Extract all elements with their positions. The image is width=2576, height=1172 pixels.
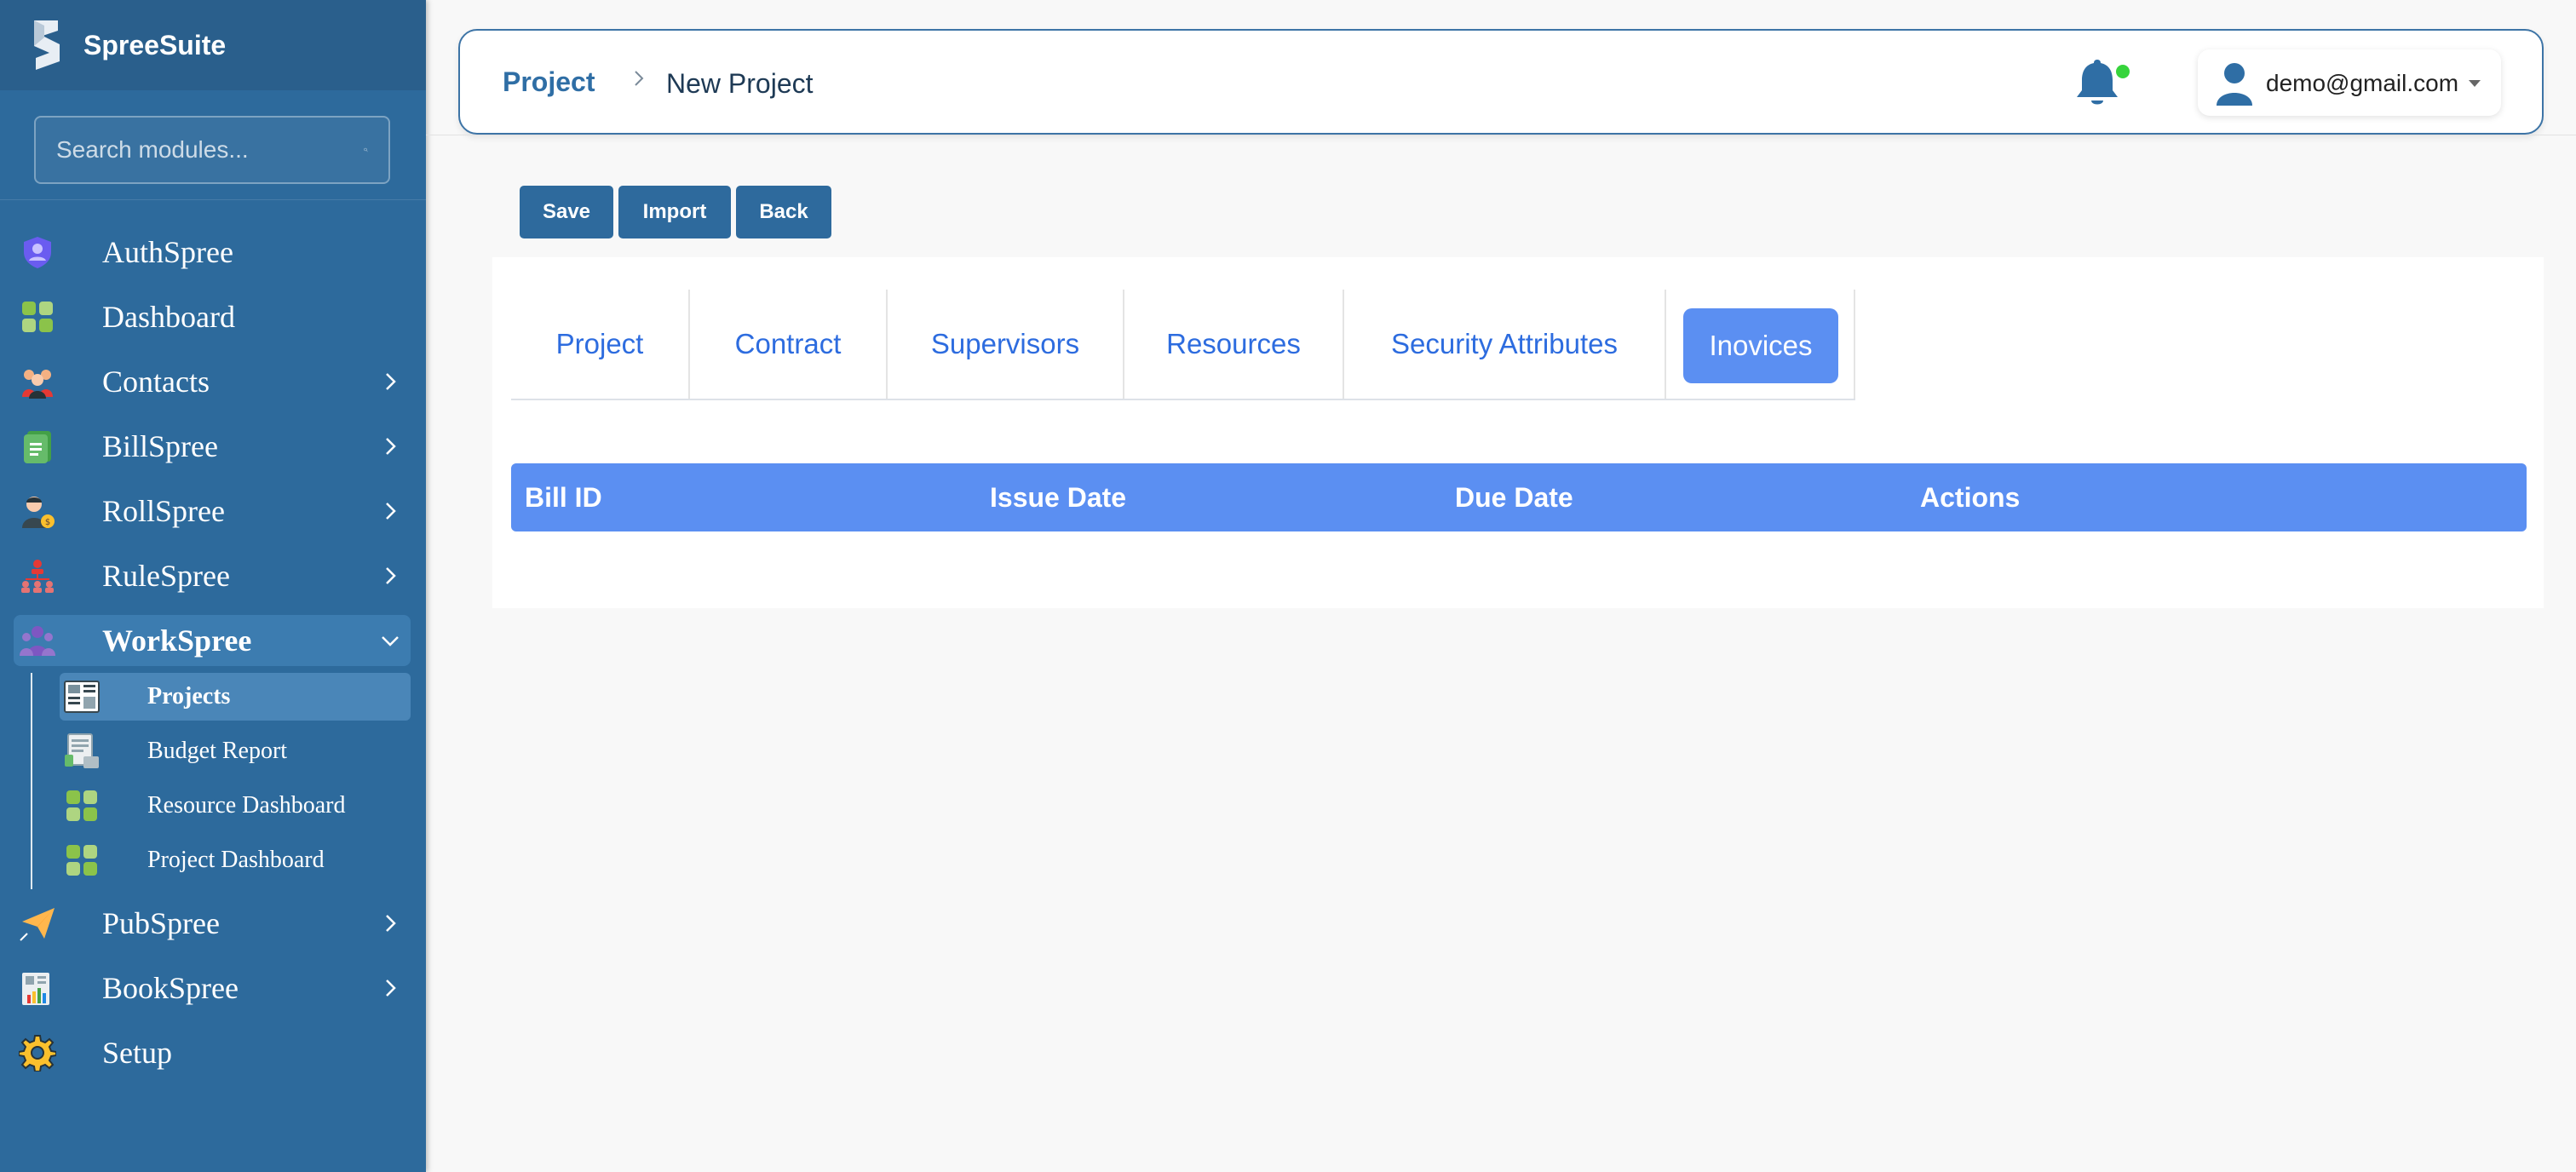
sidebar-item-bookspree[interactable]: BookSpree xyxy=(0,962,426,1014)
payroll-icon: $ xyxy=(19,492,56,530)
sidebar-item-label: Dashboard xyxy=(102,300,235,334)
search-box xyxy=(34,116,390,184)
sidebar-item-label: WorkSpree xyxy=(102,623,252,658)
breadcrumb-current: New Project xyxy=(666,68,814,99)
column-header-issue-date[interactable]: Issue Date xyxy=(990,482,1126,514)
invoices-table-header: Bill ID Issue Date Due Date Actions xyxy=(511,463,2527,531)
tab-label: Resources xyxy=(1166,328,1301,359)
tab-label: Inovices xyxy=(1709,330,1813,361)
sidebar-subitem-label: Project Dashboard xyxy=(147,847,325,873)
brand[interactable]: SpreeSuite xyxy=(0,0,426,90)
save-button[interactable]: Save xyxy=(520,186,613,238)
notification-indicator xyxy=(2116,65,2130,78)
user-menu[interactable]: demo@gmail.com xyxy=(2198,49,2501,116)
sidebar-subitem-projects[interactable]: Projects xyxy=(60,673,411,721)
chevron-right-icon xyxy=(386,980,396,997)
user-email: demo@gmail.com xyxy=(2266,70,2459,96)
column-header-actions: Actions xyxy=(1920,482,2021,513)
main-panel: Project Contract Supervisors Resources S… xyxy=(492,257,2544,608)
sidebar-item-workspree[interactable]: WorkSpree xyxy=(0,615,426,666)
bill-icon xyxy=(19,428,56,465)
sidebar-item-label: AuthSpree xyxy=(102,235,233,269)
chevron-right-icon xyxy=(386,438,396,455)
tab-resources[interactable]: Resources xyxy=(1124,290,1344,399)
contacts-icon xyxy=(19,363,56,400)
tab-label: Contract xyxy=(734,328,842,359)
tab-label: Project xyxy=(555,328,644,359)
chevron-right-icon xyxy=(386,567,396,584)
tab-bar: Project Contract Supervisors Resources S… xyxy=(511,290,1855,400)
chevron-down-icon xyxy=(382,636,399,646)
team-icon xyxy=(19,622,56,659)
sidebar: SpreeSuite AuthSpree Dashboard Contacts xyxy=(0,0,426,1172)
tab-invoices[interactable]: Inovices xyxy=(1666,290,1855,399)
paper-plane-icon xyxy=(19,905,56,942)
sidebar-item-label: BillSpree xyxy=(102,429,218,463)
tab-label: Supervisors xyxy=(930,328,1080,359)
sidebar-item-rollspree[interactable]: $ RollSpree xyxy=(0,485,426,537)
search-icon[interactable] xyxy=(364,137,368,163)
sidebar-subitem-label: Resource Dashboard xyxy=(147,792,346,819)
dashboard-icon xyxy=(63,842,101,879)
sidebar-item-billspree[interactable]: BillSpree xyxy=(0,421,426,472)
sidebar-subitem-project-dashboard[interactable]: Project Dashboard xyxy=(60,836,411,884)
sidebar-item-rulespree[interactable]: RuleSpree xyxy=(0,550,426,601)
back-button[interactable]: Back xyxy=(736,186,831,238)
notification-bell-icon[interactable] xyxy=(2070,56,2125,111)
sidebar-item-label: Contacts xyxy=(102,365,210,399)
ledger-chart-icon xyxy=(19,969,56,1007)
tab-security-attributes[interactable]: Security Attributes xyxy=(1344,290,1666,399)
sidebar-item-label: PubSpree xyxy=(102,906,220,940)
active-tab-pill: Inovices xyxy=(1683,308,1838,383)
sidebar-item-label: Setup xyxy=(102,1036,173,1070)
tab-supervisors[interactable]: Supervisors xyxy=(888,290,1124,399)
tab-contract[interactable]: Contract xyxy=(690,290,888,399)
column-header-due-date[interactable]: Due Date xyxy=(1455,482,1573,514)
svg-text:$: $ xyxy=(45,518,50,527)
dashboard-icon xyxy=(19,298,56,336)
sidebar-subitem-budget-report[interactable]: Budget Report xyxy=(60,727,411,775)
import-button[interactable]: Import xyxy=(618,186,731,238)
sidebar-item-contacts[interactable]: Contacts xyxy=(0,356,426,407)
sidebar-subitem-resource-dashboard[interactable]: Resource Dashboard xyxy=(60,782,411,830)
brand-name: SpreeSuite xyxy=(83,29,227,60)
sidebar-subitem-label: Budget Report xyxy=(147,738,288,764)
sidebar-item-label: BookSpree xyxy=(102,971,239,1005)
gear-icon xyxy=(19,1034,56,1071)
sidebar-item-setup[interactable]: Setup xyxy=(0,1027,426,1078)
budget-report-icon xyxy=(63,732,101,770)
tab-label: Security Attributes xyxy=(1391,328,1618,359)
search-input[interactable] xyxy=(56,136,364,164)
chevron-right-icon xyxy=(386,373,396,390)
breadcrumb-separator-icon xyxy=(635,71,644,86)
breadcrumb-root[interactable]: Project xyxy=(503,66,595,98)
project-board-icon xyxy=(63,678,101,715)
tab-project[interactable]: Project xyxy=(511,290,690,399)
spreesuite-logo-icon xyxy=(34,20,60,70)
top-header: Project New Project demo@gmail.com xyxy=(458,29,2544,135)
sidebar-divider xyxy=(0,199,426,200)
sidebar-item-authspree[interactable]: AuthSpree xyxy=(0,227,426,278)
chevron-right-icon xyxy=(386,503,396,520)
shield-user-icon xyxy=(19,233,56,271)
sidebar-item-dashboard[interactable]: Dashboard xyxy=(0,291,426,342)
dashboard-icon xyxy=(63,787,101,824)
caret-down-icon xyxy=(2469,80,2481,87)
sidebar-item-label: RollSpree xyxy=(102,494,225,528)
column-header-bill-id[interactable]: Bill ID xyxy=(525,482,602,514)
chevron-right-icon xyxy=(386,915,396,932)
sidebar-item-pubspree[interactable]: PubSpree xyxy=(0,898,426,949)
sidebar-item-label: RuleSpree xyxy=(102,559,230,593)
subtree-line xyxy=(31,673,32,889)
sidebar-subitem-label: Projects xyxy=(147,683,231,710)
org-chart-icon xyxy=(19,557,56,595)
user-avatar-icon xyxy=(2217,63,2252,106)
